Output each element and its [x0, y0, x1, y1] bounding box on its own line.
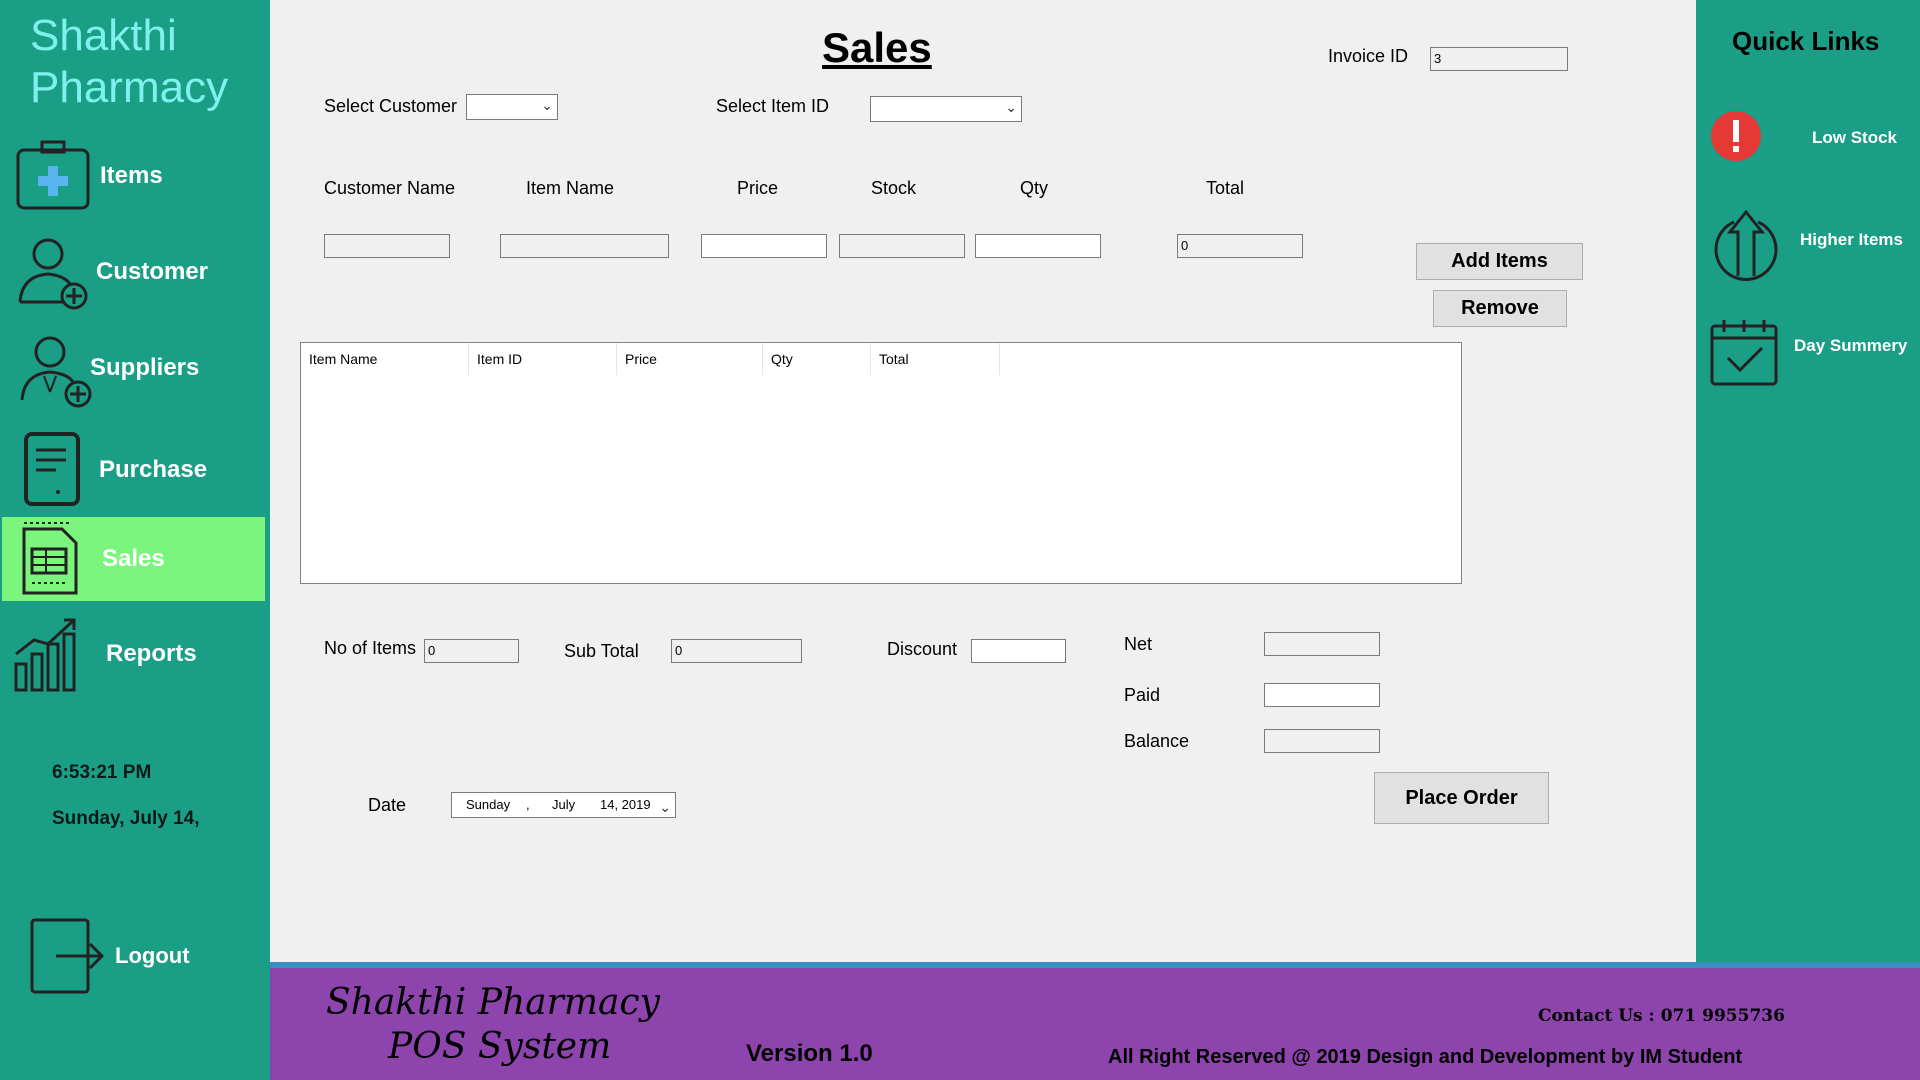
items-grid[interactable]: Item Name Item ID Price Qty Total	[300, 342, 1462, 584]
place-order-button[interactable]: Place Order	[1374, 772, 1549, 824]
sub-total-field[interactable]: 0	[671, 639, 802, 663]
no-of-items-field[interactable]: 0	[424, 639, 519, 663]
add-items-button[interactable]: Add Items	[1416, 243, 1583, 280]
logout-button[interactable]: Logout	[2, 914, 265, 998]
brand-line-2: Pharmacy	[30, 63, 229, 112]
medical-kit-icon	[16, 140, 90, 210]
stock-field[interactable]	[839, 234, 965, 258]
no-of-items-label: No of Items	[324, 638, 417, 658]
footer-version: Version 1.0	[746, 1040, 873, 1067]
chevron-down-icon: ⌄	[659, 799, 671, 815]
brand-line-1: Shakthi	[30, 11, 177, 60]
item-name-label: Item Name	[526, 178, 615, 198]
date-separator: ,	[526, 797, 530, 812]
chevron-down-icon: ⌄	[541, 97, 553, 113]
sidebar-item-label: Purchase	[99, 456, 208, 483]
sidebar-item-suppliers[interactable]: Suppliers	[2, 326, 265, 410]
sidebar-item-reports[interactable]: Reports	[2, 612, 265, 696]
sidebar-item-purchase[interactable]: Purchase	[2, 428, 265, 512]
select-item-id-label: Select Item ID	[716, 96, 830, 116]
footer-rights: All Right Reserved @ 2019 Design and Dev…	[1108, 1046, 1743, 1068]
date-month: July	[552, 797, 576, 812]
total-field[interactable]: 0	[1177, 234, 1303, 258]
up-arrow-circle-icon	[1714, 209, 1778, 281]
paid-label: Paid	[1124, 685, 1161, 705]
alert-icon	[1711, 111, 1761, 161]
add-supplier-icon	[20, 336, 92, 408]
date-label: Date	[368, 795, 407, 815]
quick-link-label: Higher Items	[1800, 230, 1903, 249]
add-customer-icon	[18, 238, 88, 310]
document-icon	[24, 432, 80, 506]
sidebar-item-label: Suppliers	[90, 354, 200, 381]
discount-label: Discount	[887, 639, 958, 659]
footer-contact: Contact Us : 071 9955736	[1538, 1006, 1785, 1026]
footer-title-line-2: POS System	[388, 1026, 612, 1067]
grid-header-price[interactable]: Price	[617, 343, 763, 375]
sidebar-item-label: Reports	[106, 640, 197, 667]
qty-label: Qty	[1020, 178, 1049, 198]
sidebar-item-label: Customer	[96, 258, 209, 285]
customer-name-label: Customer Name	[324, 178, 456, 198]
price-field[interactable]	[701, 234, 827, 258]
balance-label: Balance	[1124, 731, 1190, 751]
net-field[interactable]	[1264, 632, 1380, 656]
invoice-id-label: Invoice ID	[1328, 46, 1409, 66]
sidebar-item-sales[interactable]: Sales	[2, 517, 265, 601]
customer-name-field[interactable]	[324, 234, 450, 258]
item-name-field[interactable]	[500, 234, 669, 258]
footer: Shakthi Pharmacy POS System Version 1.0 …	[270, 962, 1920, 1080]
date-day-year: 14, 2019	[600, 797, 651, 812]
discount-field[interactable]	[971, 639, 1066, 663]
grid-header-item-id[interactable]: Item ID	[469, 343, 617, 375]
app-brand: Shakthi Pharmacy	[30, 10, 228, 114]
date-picker[interactable]: Sunday , July 14, 2019 ⌄	[451, 792, 676, 818]
footer-title-line-1: Shakthi Pharmacy	[326, 982, 660, 1023]
logout-icon	[30, 918, 104, 994]
quick-link-label: Day Summery	[1794, 336, 1908, 355]
sales-panel: Sales Invoice ID 3 Select Customer ⌄ Sel…	[270, 0, 1696, 962]
remove-button[interactable]: Remove	[1433, 290, 1567, 327]
select-item-id-dropdown[interactable]: ⌄	[870, 96, 1022, 122]
sidebar: Shakthi Pharmacy Items Customer Supplier…	[0, 0, 270, 1080]
quick-link-label: Low Stock	[1812, 128, 1898, 147]
select-customer-label: Select Customer	[324, 96, 458, 116]
bar-chart-icon	[14, 618, 76, 692]
sidebar-item-items[interactable]: Items	[2, 134, 265, 218]
quick-link-low-stock[interactable]: Low Stock	[1696, 98, 1920, 178]
net-label: Net	[1124, 634, 1153, 654]
select-customer-dropdown[interactable]: ⌄	[466, 94, 558, 120]
grid-header-qty[interactable]: Qty	[763, 343, 871, 375]
calendar-check-icon	[1710, 320, 1778, 386]
clock-time: 6:53:21 PM	[52, 762, 152, 783]
date-day: Sunday	[466, 797, 511, 812]
quick-link-day-summery[interactable]: Day Summery	[1696, 312, 1920, 392]
chevron-down-icon: ⌄	[1005, 99, 1017, 115]
logout-label: Logout	[115, 943, 190, 968]
sub-total-label: Sub Total	[564, 641, 639, 661]
sidebar-item-label: Items	[100, 162, 163, 189]
paid-field[interactable]	[1264, 683, 1380, 707]
sidebar-item-label: Sales	[102, 545, 165, 572]
grid-header-total[interactable]: Total	[871, 343, 1000, 375]
quick-links-panel: Quick Links Low Stock Higher Items Day S…	[1696, 0, 1920, 962]
total-label: Total	[1206, 178, 1245, 198]
quick-links-title: Quick Links	[1732, 26, 1880, 56]
stock-label: Stock	[871, 178, 917, 198]
sidebar-item-customer[interactable]: Customer	[2, 230, 265, 314]
receipt-icon	[22, 522, 78, 595]
price-label: Price	[737, 178, 779, 198]
qty-field[interactable]	[975, 234, 1101, 258]
clock-date: Sunday, July 14,	[52, 808, 200, 829]
balance-field[interactable]	[1264, 729, 1380, 753]
page-title: Sales	[822, 24, 932, 71]
grid-header-item-name[interactable]: Item Name	[301, 343, 469, 375]
invoice-id-field[interactable]: 3	[1430, 47, 1568, 71]
quick-link-higher-items[interactable]: Higher Items	[1696, 200, 1920, 281]
